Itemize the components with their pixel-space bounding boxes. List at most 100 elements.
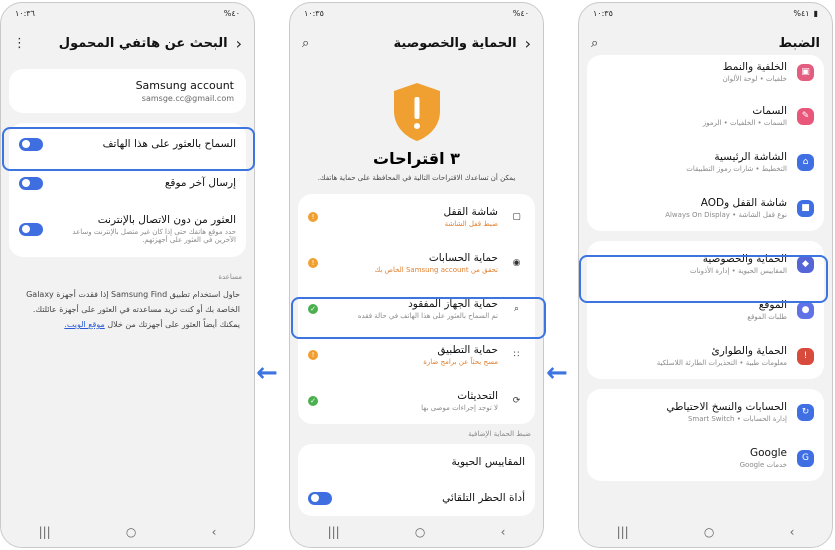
search-icon[interactable]: ⌕ [302,36,309,51]
back-arrow-icon[interactable]: ‹ [236,34,242,53]
toggle-row-offline-finding[interactable]: العثور من دون الاتصال بالإنترنت حدد موقع … [9,201,246,257]
page-title: الحماية والخصوصية [393,35,517,51]
item-title: السمات [752,105,787,117]
app-bar: ‹ البحث عن هاتفي المحمول ⋮ [1,23,254,63]
account-card[interactable]: Samsung account samsge.cc@gmail.com [9,69,246,113]
back-icon[interactable]: ‹ [212,525,217,539]
item-title: أداة الحظر التلقائي [442,492,525,504]
lock-icon: ■ [797,199,814,217]
settings-item-lock-screen[interactable]: ■ شاشة القفل وAOD نوع قفل الشاشة • Always… [587,185,824,231]
offline-finding-toggle[interactable] [19,222,43,236]
item-sub: ضبط قفل الشاشة [444,220,498,228]
settings-item-themes[interactable]: ✎ السمات السمات • الخلفيات • الرموز [587,93,824,139]
suggestion-updates[interactable]: ⟳ التحديثات لا توجد إجراءات موصى بها ✓ [298,378,535,424]
item-title: الحماية والطوارئ [711,345,787,357]
account-icon: ◉ [512,258,521,268]
extra-item-auto-blocker[interactable]: أداة الحظر التلقائي [298,480,535,516]
help-text: حاول استخدام تطبيق Samsung Find إذا فقدت… [1,287,254,332]
item-title: حماية الحسابات [428,252,498,264]
warning-dot-icon: ! [308,258,318,268]
item-title: العثور من دون الاتصال بالإنترنت [97,214,236,226]
item-title: المقاييس الحيوية [451,456,525,468]
status-time: ١٠:٣٥ [593,8,613,18]
phone-security-privacy: ١٠:٣٥ %٤٠ ‹ الحماية والخصوصية ⌕ ٣ اقتراح… [289,2,544,548]
search-icon[interactable]: ⌕ [591,36,598,51]
home-icon: ⌂ [797,153,814,171]
nav-bar: ||| ○ ‹ [290,517,543,547]
more-options-icon[interactable]: ⋮ [13,36,26,51]
account-name: Samsung account [135,79,234,92]
extra-security-header: ضبط الحماية الإضافية [468,430,531,438]
website-link[interactable]: موقع الويب. [64,320,104,329]
status-time: ١٠:٣٦ [15,8,35,18]
item-title: حماية التطبيق [437,344,498,356]
signal-icon: ▮ [813,8,818,18]
item-sub: مسح بحثاً عن برامج ضارة [423,358,498,366]
item-sub: خلفيات • لوحة الألوان [722,75,787,83]
item-title: إرسال آخر موقع [164,177,236,189]
check-dot-icon: ✓ [308,396,318,406]
item-sub: السمات • الخلفيات • الرموز [702,119,787,127]
status-bar: ١٠:٣٥ %٤١ ▮ [579,3,832,23]
back-icon[interactable]: ‹ [790,525,795,539]
recents-icon[interactable]: ||| [39,525,51,539]
recents-icon[interactable]: ||| [617,525,629,539]
item-title: الشاشة الرئيسية [714,151,787,163]
wallpaper-icon: ▣ [797,63,814,81]
battery-text: %٤٠ [512,8,529,18]
status-bar: ١٠:٣٦ %٤٠ [1,3,254,23]
shield-warning-icon [390,81,444,143]
help-body: حاول استخدام تطبيق Samsung Find إذا فقدت… [26,290,240,329]
highlight-security-item [579,255,828,303]
lock-icon: ▢ [512,212,521,222]
app-bar: ‹ الحماية والخصوصية ⌕ [290,23,543,63]
battery-text: %٤٠ [223,8,240,18]
suggestion-account-protection[interactable]: ◉ حماية الحسابات تحقق من Samsung account … [298,240,535,286]
highlight-allow-find [2,127,255,171]
home-button-icon[interactable]: ○ [415,525,425,539]
sync-icon: ↻ [797,403,814,421]
location-icon: ● [797,301,814,319]
emergency-icon: ! [797,347,814,365]
apps-icon: ∷ [513,350,520,360]
settings-item-home-screen[interactable]: ⌂ الشاشة الرئيسية التخطيط • شارات رموز ال… [587,139,824,185]
recents-icon[interactable]: ||| [328,525,340,539]
suggestion-lock-screen[interactable]: ▢ شاشة القفل ضبط قفل الشاشة ! [298,194,535,240]
google-icon: G [797,449,814,467]
item-title: شاشة القفل وAOD [700,197,787,209]
page-title: الضبط [778,35,820,51]
auto-blocker-toggle[interactable] [308,491,332,505]
suggestions-title: ٣ اقتراحات [373,149,460,168]
item-sub: نوع قفل الشاشة • Always On Display [665,211,787,219]
home-button-icon[interactable]: ○ [704,525,714,539]
item-title: التحديثات [457,390,498,402]
home-button-icon[interactable]: ○ [126,525,136,539]
back-arrow-icon[interactable]: ‹ [525,34,531,53]
settings-item-google[interactable]: G Google خدمات Google [587,435,824,481]
settings-card-3: ↻ الحسابات والنسخ الاحتياطي إدارة الحسابا… [587,389,824,481]
settings-item-accounts-backup[interactable]: ↻ الحسابات والنسخ الاحتياطي إدارة الحسابا… [587,389,824,435]
phone-find-my-mobile: ١٠:٣٦ %٤٠ ‹ البحث عن هاتفي المحمول ⋮ Sam… [0,2,255,548]
item-sub: خدمات Google [739,461,787,469]
suggestions-desc: يمكن أن تساعدك الاقتراحات التالية في الم… [317,174,516,182]
send-last-location-toggle[interactable] [19,176,43,190]
warning-dot-icon: ! [308,350,318,360]
arrow-left-icon: ← [546,358,568,388]
extra-item-biometrics[interactable]: المقاييس الحيوية [298,444,535,480]
item-sub: إدارة الحسابات • Smart Switch [687,415,787,423]
help-header: مساعدة [218,273,242,281]
item-title: الخلفية والنمط [722,61,787,73]
back-icon[interactable]: ‹ [501,525,506,539]
item-title: الحسابات والنسخ الاحتياطي [666,401,787,413]
settings-item-wallpaper[interactable]: ▣ الخلفية والنمط خلفيات • لوحة الألوان [587,55,824,93]
status-bar: ١٠:٣٥ %٤٠ [290,3,543,23]
highlight-lost-device [291,297,546,339]
item-title: شاشة القفل [443,206,498,218]
item-sub: التخطيط • شارات رموز التطبيقات [686,165,787,173]
item-sub: معلومات طبية • التحذيرات الطارئة اللاسلك… [656,359,787,367]
nav-bar: ||| ○ ‹ [579,517,832,547]
settings-item-safety-emergency[interactable]: ! الحماية والطوارئ معلومات طبية • التحذير… [587,333,824,379]
page-title: البحث عن هاتفي المحمول [58,35,228,51]
themes-icon: ✎ [797,107,814,125]
update-icon: ⟳ [512,396,521,406]
